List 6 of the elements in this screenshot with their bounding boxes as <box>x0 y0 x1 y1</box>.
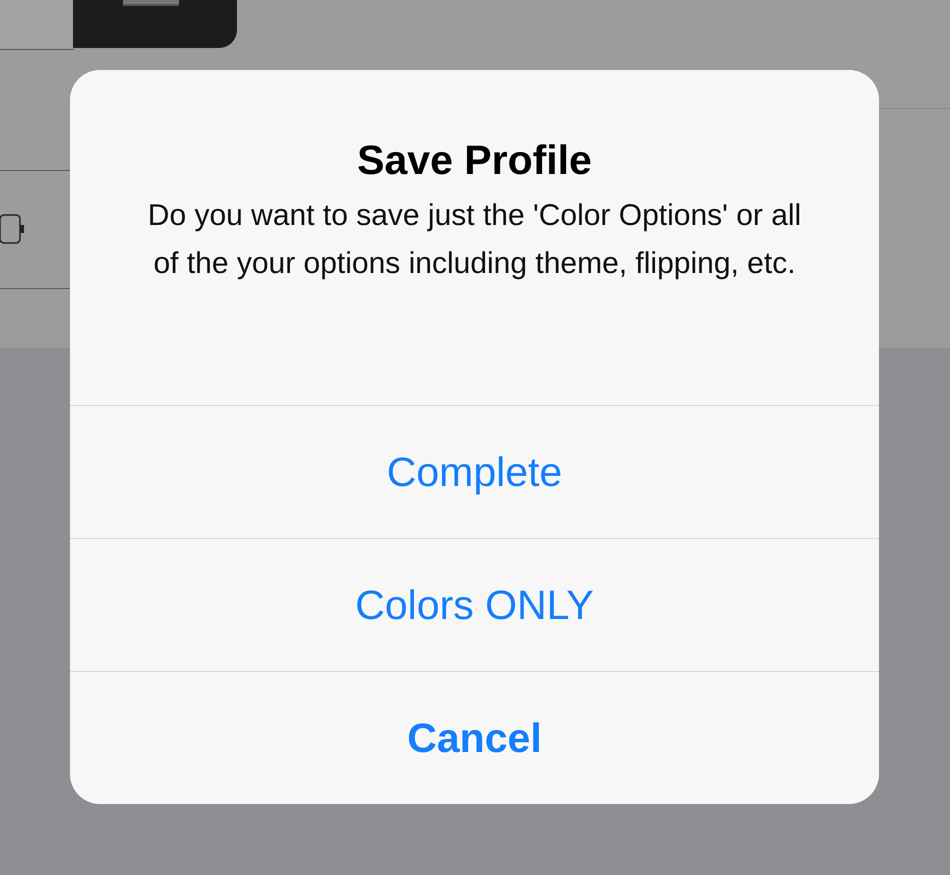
alert-title: Save Profile <box>356 136 593 185</box>
action-button[interactable]: Complete <box>70 405 879 538</box>
alert-message: Do you want to save just the 'Color Options' or all of the your options including theme, flipping, etc. <box>146 198 802 282</box>
action-button[interactable]: Colors ONLY <box>70 538 879 671</box>
battery-icon <box>0 214 25 244</box>
cancel-button[interactable]: Cancel <box>70 671 879 804</box>
